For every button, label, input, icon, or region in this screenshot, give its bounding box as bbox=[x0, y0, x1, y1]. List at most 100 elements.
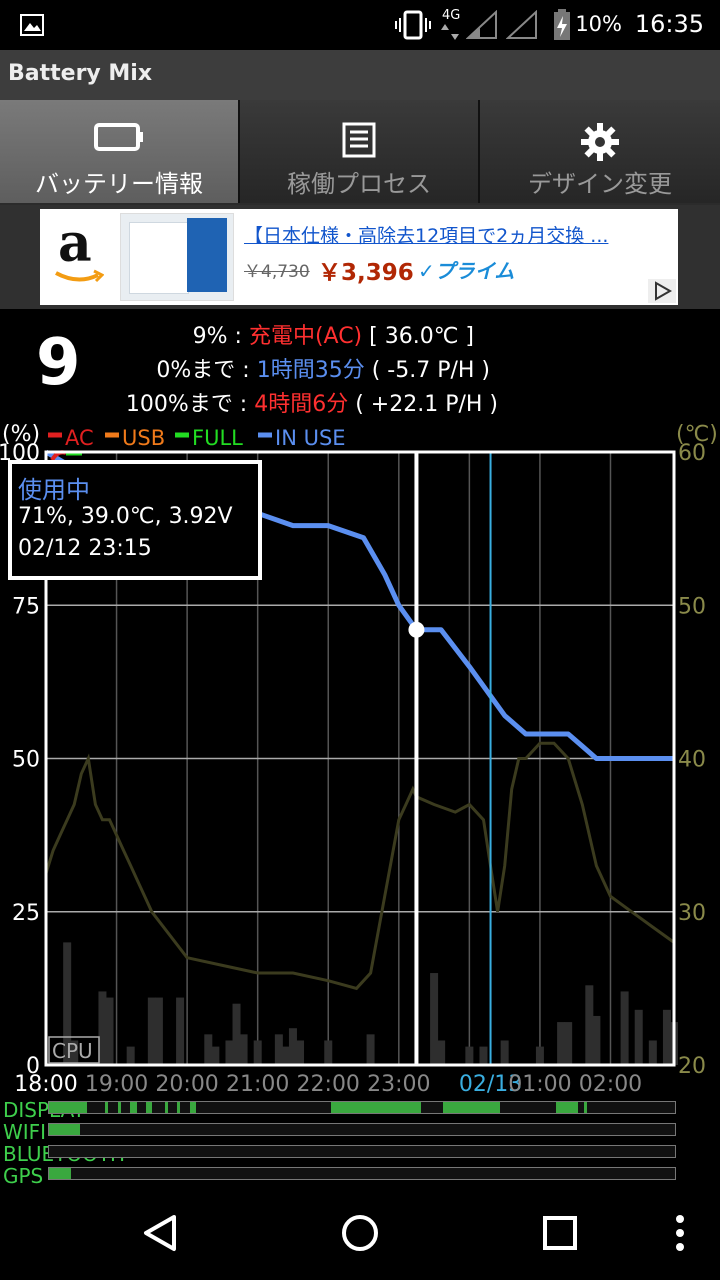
x-tick-label: 20:00 bbox=[155, 1072, 218, 1097]
home-icon[interactable] bbox=[340, 1213, 380, 1253]
status-line-1: 9% : 充電中(AC) [ 36.0℃ ] bbox=[193, 318, 474, 350]
x-tick-label: 19:00 bbox=[85, 1072, 148, 1097]
image-notification-icon bbox=[20, 14, 44, 36]
left-tick-label: 25 bbox=[12, 901, 40, 926]
ad-price: ￥3,396 bbox=[318, 260, 414, 286]
timeline-active-segment bbox=[146, 1102, 153, 1113]
timeline-active-segment bbox=[105, 1102, 109, 1113]
x-tick-label: 18:00 bbox=[14, 1072, 77, 1097]
signal-icon bbox=[466, 10, 497, 39]
battery-percent: 10% bbox=[575, 12, 622, 36]
timeline-display bbox=[48, 1101, 676, 1114]
cpu-bar bbox=[465, 1046, 474, 1065]
cpu-bar bbox=[126, 1046, 135, 1065]
timeline-label-wifi: WIFI bbox=[3, 1120, 47, 1144]
cpu-bar bbox=[620, 991, 629, 1065]
time-to-full: 4時間6分 bbox=[254, 392, 349, 417]
cpu-bar bbox=[366, 1034, 375, 1065]
timeline-active-segment bbox=[117, 1102, 121, 1113]
cpu-bar bbox=[500, 1040, 509, 1065]
vibrate-icon bbox=[395, 10, 431, 40]
cpu-bar bbox=[592, 1015, 601, 1065]
tab-battery-info[interactable]: バッテリー情報 bbox=[0, 100, 240, 203]
cpu-bar bbox=[274, 1034, 283, 1065]
cpu-bar bbox=[211, 1046, 220, 1065]
legend-label: IN USE bbox=[275, 426, 346, 450]
timeline-active-segment bbox=[49, 1168, 71, 1179]
ad-content[interactable]: a 【日本仕様・高除去12項目で2ヵ月交換 ... ￥4,730 ￥3,396 … bbox=[40, 209, 678, 305]
prime-badge: ✓プライム bbox=[418, 259, 515, 283]
network-type: 4G bbox=[442, 8, 461, 23]
right-tick-label: 40 bbox=[678, 748, 706, 773]
ad-choices-icon[interactable] bbox=[648, 279, 676, 303]
cpu-bar bbox=[557, 1022, 566, 1065]
timeline-bluetooth bbox=[48, 1145, 676, 1158]
recents-icon[interactable] bbox=[542, 1215, 578, 1251]
charge-rate: ( +22.1 P/H ) bbox=[348, 392, 498, 417]
timeline-active-segment bbox=[556, 1102, 578, 1113]
cpu-bar bbox=[204, 1034, 213, 1065]
ad-title[interactable]: 【日本仕様・高除去12項目で2ヵ月交換 ... bbox=[244, 221, 608, 248]
x-tick-label: 01:00 bbox=[508, 1072, 571, 1097]
temperature: [ 36.0℃ ] bbox=[362, 324, 474, 349]
x-tick-label: 22:00 bbox=[297, 1072, 360, 1097]
legend-label: FULL bbox=[192, 426, 243, 450]
status-line-3: 100%まで : 4時間6分 ( +22.1 P/H ) bbox=[126, 386, 498, 418]
product-image bbox=[120, 213, 234, 301]
timeline-gps bbox=[48, 1167, 676, 1180]
amazon-smile-icon bbox=[55, 269, 104, 283]
timeline-active-segment bbox=[49, 1124, 81, 1135]
status-line-2: 0%まで : 1時間35分 ( -5.7 P/H ) bbox=[156, 352, 490, 384]
left-tick-label: 75 bbox=[12, 594, 40, 619]
list-icon bbox=[342, 122, 376, 158]
navigation-bar bbox=[0, 1185, 720, 1280]
overflow-menu-icon[interactable] bbox=[674, 1213, 686, 1253]
cpu-bar bbox=[437, 1040, 446, 1065]
x-tick-label: 23:00 bbox=[367, 1072, 430, 1097]
cpu-bar bbox=[225, 1040, 234, 1065]
back-icon[interactable] bbox=[140, 1213, 180, 1253]
charge-state: 充電中(AC) bbox=[248, 324, 363, 349]
x-tick-label: 21:00 bbox=[226, 1072, 289, 1097]
cpu-bar bbox=[324, 1040, 333, 1065]
ad-banner: a 【日本仕様・高除去12項目で2ヵ月交換 ... ￥4,730 ￥3,396 … bbox=[0, 205, 720, 309]
empty-label: 0%まで : bbox=[156, 358, 257, 383]
y-axis-label-right: (℃) bbox=[676, 422, 718, 447]
cpu-bar bbox=[239, 1034, 248, 1065]
data-arrows-icon bbox=[441, 24, 459, 40]
cursor-point bbox=[408, 621, 425, 638]
cpu-bar bbox=[154, 997, 163, 1065]
legend-label: USB bbox=[122, 426, 165, 450]
tooltip-title: 使用中 bbox=[18, 476, 90, 504]
cpu-bar bbox=[430, 973, 439, 1065]
app-title: Battery Mix bbox=[8, 61, 153, 86]
right-tick-label: 30 bbox=[678, 901, 706, 926]
cpu-bar bbox=[535, 1046, 544, 1065]
left-tick-label: 50 bbox=[12, 748, 40, 773]
timeline-wifi bbox=[48, 1123, 676, 1136]
legend-label: AC bbox=[65, 426, 94, 450]
cpu-bar bbox=[288, 1028, 297, 1065]
tooltip-time: 02/12 23:15 bbox=[18, 536, 152, 561]
cpu-bar bbox=[585, 985, 594, 1065]
tab-design[interactable]: デザイン変更 bbox=[480, 100, 720, 203]
timeline-active-segment bbox=[177, 1102, 181, 1113]
cpu-bar bbox=[479, 1046, 488, 1065]
tab-label: デザイン変更 bbox=[528, 170, 672, 198]
cpu-bar bbox=[105, 997, 114, 1065]
battery-charging-icon bbox=[554, 9, 570, 40]
status-bar: 4G 10% 16:35 bbox=[0, 0, 720, 50]
tab-processes[interactable]: 稼働プロセス bbox=[240, 100, 480, 203]
gear-icon bbox=[581, 123, 619, 161]
right-tick-label: 20 bbox=[678, 1054, 706, 1079]
cpu-bar bbox=[564, 1022, 573, 1065]
x-tick-label: 02:00 bbox=[579, 1072, 642, 1097]
discharge-rate: ( -5.7 P/H ) bbox=[364, 358, 490, 383]
timeline-active-segment bbox=[443, 1102, 500, 1113]
timeline-active-segment bbox=[130, 1102, 137, 1113]
timeline-active-segment bbox=[330, 1102, 422, 1113]
clock: 16:35 bbox=[634, 10, 704, 38]
app-title-bar: Battery Mix bbox=[0, 50, 720, 100]
time-to-empty: 1時間35分 bbox=[256, 358, 365, 383]
wifi-signal-icon bbox=[506, 10, 537, 39]
